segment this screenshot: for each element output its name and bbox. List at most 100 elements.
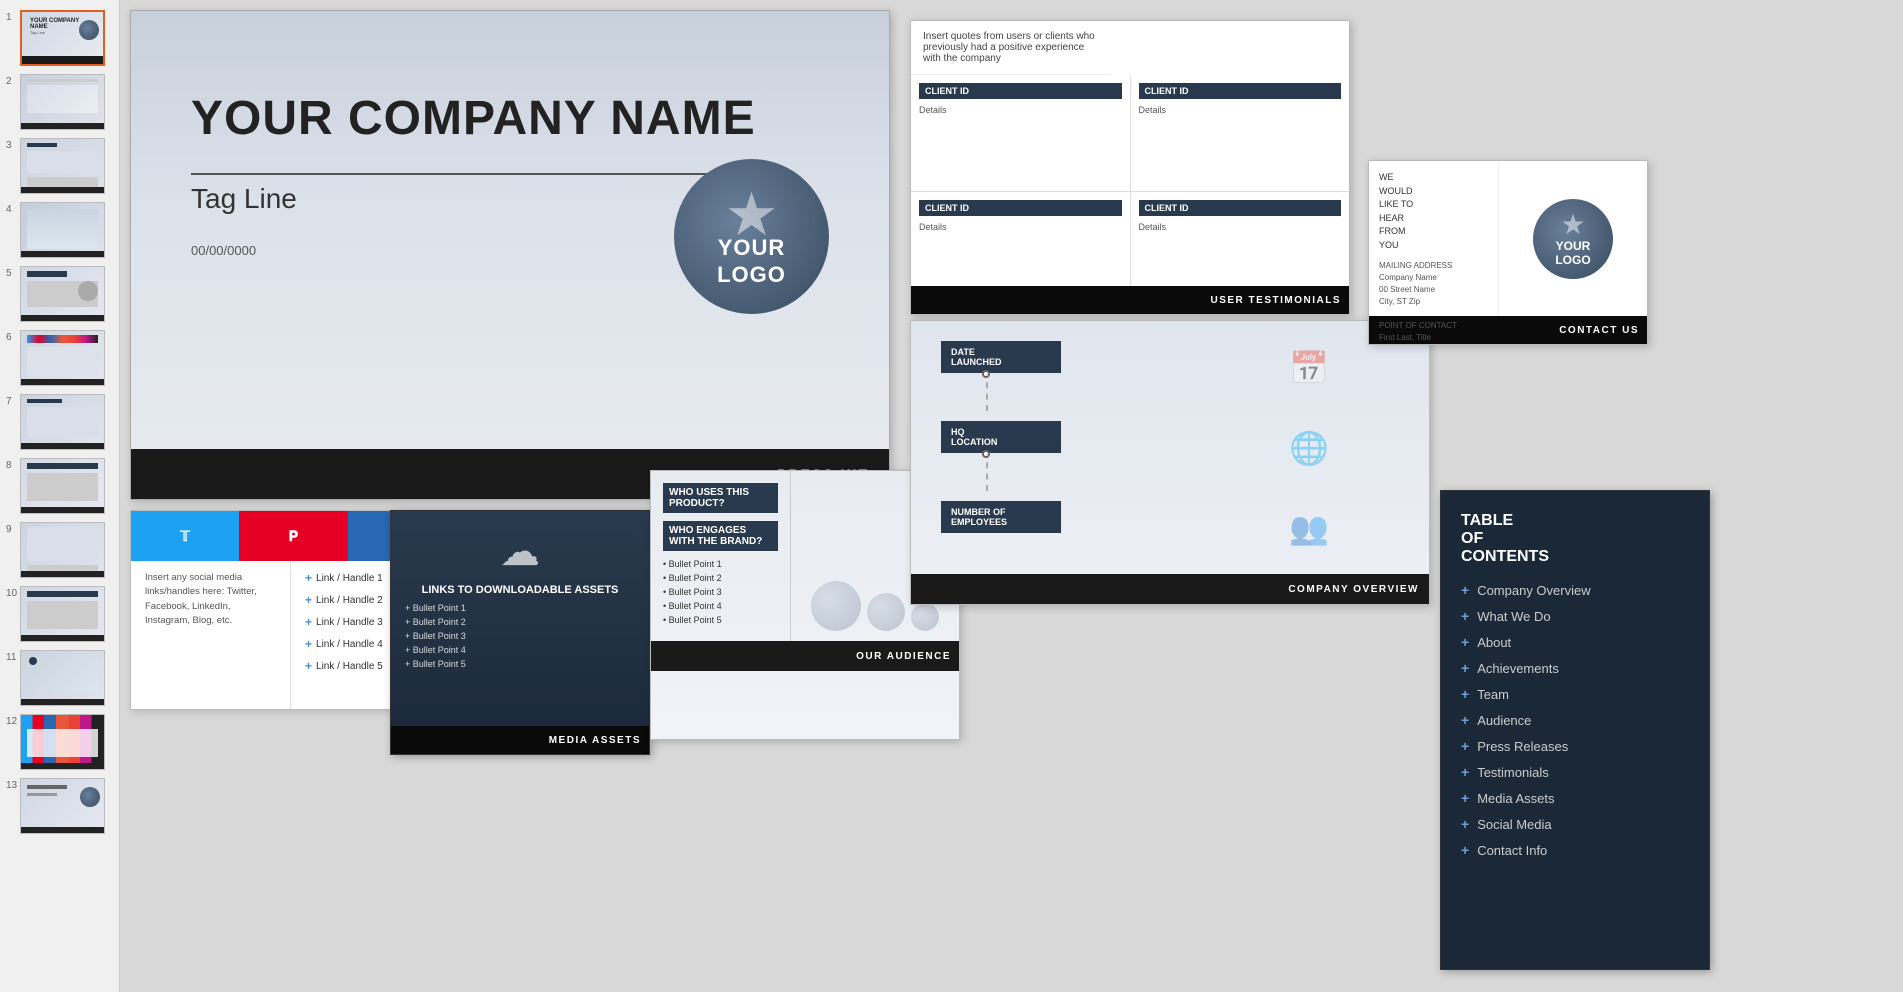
aud-circle-lg (811, 581, 861, 631)
toc-plus-icon-2: + (1461, 608, 1469, 624)
toc-plus-icon-4: + (1461, 660, 1469, 676)
user-testimonials-label: USER TESTIMONIALS (1210, 295, 1341, 306)
social-link-label-1: Link / Handle 1 (316, 573, 383, 584)
media-assets-label: MEDIA ASSETS (549, 735, 641, 746)
toc-item-media-assets[interactable]: + Media Assets (1461, 790, 1689, 806)
slide-num-7: 7 (6, 396, 20, 407)
slide-num-4: 4 (6, 204, 20, 215)
test-cell-1: CLIENT ID Details (911, 75, 1130, 191)
toc-item-press-releases[interactable]: + Press Releases (1461, 738, 1689, 754)
social-insert-text: Insert any social media links/handles he… (131, 561, 291, 710)
toc-label-contact-info: Contact Info (1477, 843, 1547, 858)
pinterest-icon: 𝐏 (289, 528, 298, 545)
toc-label-press-releases: Press Releases (1477, 739, 1568, 754)
toc-plus-icon-8: + (1461, 764, 1469, 780)
co-date-launched-box: DATELAUNCHED (941, 341, 1061, 373)
toc-item-social-media[interactable]: + Social Media (1461, 816, 1689, 832)
slide-divider-line (191, 173, 791, 175)
slide-thumb-13[interactable]: 13 (0, 774, 119, 838)
client-details-2: Details (1139, 105, 1342, 115)
social-link-label-3: Link / Handle 3 (316, 617, 383, 628)
toc-plus-icon-7: + (1461, 738, 1469, 754)
slide-thumb-4[interactable]: 4 (0, 198, 119, 262)
client-bar-2: CLIENT ID (1139, 83, 1342, 99)
slide-num-3: 3 (6, 140, 20, 151)
toc-plus-icon-3: + (1461, 634, 1469, 650)
co-hq-location-box: HQLOCATION (941, 421, 1061, 453)
co-num-employees-box: NUMBER OFEMPLOYEES (941, 501, 1061, 533)
mac-bottom-bar: MEDIA ASSETS (391, 726, 649, 754)
twitter-icon-btn[interactable]: 𝕋 (131, 511, 239, 561)
slide-thumb-12[interactable]: 12 (0, 710, 119, 774)
slide-num-5: 5 (6, 268, 20, 279)
toc-plus-icon-6: + (1461, 712, 1469, 728)
test-bottom-bar: USER TESTIMONIALS (911, 286, 1349, 314)
plus-icon-2: + (305, 593, 312, 607)
slide-thumb-9[interactable]: 9 (0, 518, 119, 582)
contact-star-icon: ★ (1560, 211, 1585, 239)
main-canvas: YOUR COMPANY NAME Tag Line 00/00/0000 ★ … (120, 0, 1903, 992)
toc-plus-icon-11: + (1461, 842, 1469, 858)
testimonials-grid: CLIENT ID Details CLIENT ID Details CLIE… (911, 75, 1349, 308)
toc-item-company-overview[interactable]: + Company Overview (1461, 582, 1689, 598)
toc-item-about[interactable]: + About (1461, 634, 1689, 650)
contact-body: WEWOULDLIKE TOHEARFROMYOU MAILING ADDRES… (1369, 161, 1647, 316)
client-bar-1: CLIENT ID (919, 83, 1122, 99)
slide-thumb-11[interactable]: 11 (0, 646, 119, 710)
aud-circle-sm (911, 603, 939, 631)
toc-label-achievements: Achievements (1477, 661, 1559, 676)
aud-label-who-uses: WHO USES THIS PRODUCT? (663, 483, 778, 513)
contact-headline: WEWOULDLIKE TOHEARFROMYOU (1379, 171, 1488, 252)
mac-bullets: + Bullet Point 1 + Bullet Point 2 + Bull… (391, 597, 649, 679)
slide-date: 00/00/0000 (191, 243, 256, 258)
slide-logo-circle: ★ YOURLOGO (674, 159, 829, 314)
people-icon: 👥 (1289, 509, 1329, 547)
slide-num-9: 9 (6, 524, 20, 535)
contact-logo-circle: ★ YOURLOGO (1533, 199, 1613, 279)
contact-right-col: ★ YOURLOGO (1499, 161, 1647, 316)
toc-item-audience[interactable]: + Audience (1461, 712, 1689, 728)
toc-item-team[interactable]: + Team (1461, 686, 1689, 702)
contact-address: MAILING ADDRESS Company Name 00 Street N… (1379, 260, 1488, 345)
slide-thumb-8[interactable]: 8 (0, 454, 119, 518)
toc-item-achievements[interactable]: + Achievements (1461, 660, 1689, 676)
toc-label-company-overview: Company Overview (1477, 583, 1590, 598)
mac-bullet-3: + Bullet Point 3 (405, 631, 635, 641)
slide-thumb-6[interactable]: 6 (0, 326, 119, 390)
slide-num-10: 10 (6, 588, 20, 599)
mac-bullet-5: + Bullet Point 5 (405, 659, 635, 669)
toc-title-line3: CONTENTS (1461, 548, 1689, 566)
toc-plus-icon-10: + (1461, 816, 1469, 832)
slide-num-8: 8 (6, 460, 20, 471)
aud-label-who-engages: WHO ENGAGES WITH THE BRAND? (663, 521, 778, 551)
slide-thumb-2[interactable]: 2 (0, 70, 119, 134)
toc-plus-icon-1: + (1461, 582, 1469, 598)
aud-bullet-1: • Bullet Point 1 (663, 559, 778, 569)
slide-thumb-7[interactable]: 7 (0, 390, 119, 454)
slide-thumb-10[interactable]: 10 (0, 582, 119, 646)
main-slide-cover: YOUR COMPANY NAME Tag Line 00/00/0000 ★ … (130, 10, 890, 500)
media-assets-slide: ☁ LINKS TO DOWNLOADABLE ASSETS + Bullet … (390, 510, 650, 755)
slide-thumb-1[interactable]: 1 YOUR COMPANY NAME Tag Line (0, 6, 119, 70)
contact-slide: WEWOULDLIKE TOHEARFROMYOU MAILING ADDRES… (1368, 160, 1648, 345)
mac-bullet-4: + Bullet Point 4 (405, 645, 635, 655)
toc-title-block: TABLE OF CONTENTS (1461, 511, 1689, 566)
globe-icon: 🌐 (1289, 429, 1329, 467)
toc-item-contact-info[interactable]: + Contact Info (1461, 842, 1689, 858)
plus-icon-4: + (305, 637, 312, 651)
toc-plus-icon-5: + (1461, 686, 1469, 702)
slide-tagline: Tag Line (191, 183, 297, 215)
plus-icon-3: + (305, 615, 312, 629)
client-details-3: Details (919, 222, 1122, 232)
slide-thumb-5[interactable]: 5 (0, 262, 119, 326)
plus-icon-1: + (305, 571, 312, 585)
toc-title-line1: TABLE (1461, 511, 1689, 530)
mac-bullet-1: + Bullet Point 1 (405, 603, 635, 613)
toc-item-what-we-do[interactable]: + What We Do (1461, 608, 1689, 624)
mac-links-label: LINKS TO DOWNLOADABLE ASSETS (391, 583, 649, 597)
co-bottom-bar: COMPANY OVERVIEW (911, 574, 1429, 604)
pinterest-icon-btn[interactable]: 𝐏 (239, 511, 347, 561)
cloud-download-icon: ☁ (391, 529, 649, 575)
toc-item-testimonials[interactable]: + Testimonials (1461, 764, 1689, 780)
slide-thumb-3[interactable]: 3 (0, 134, 119, 198)
